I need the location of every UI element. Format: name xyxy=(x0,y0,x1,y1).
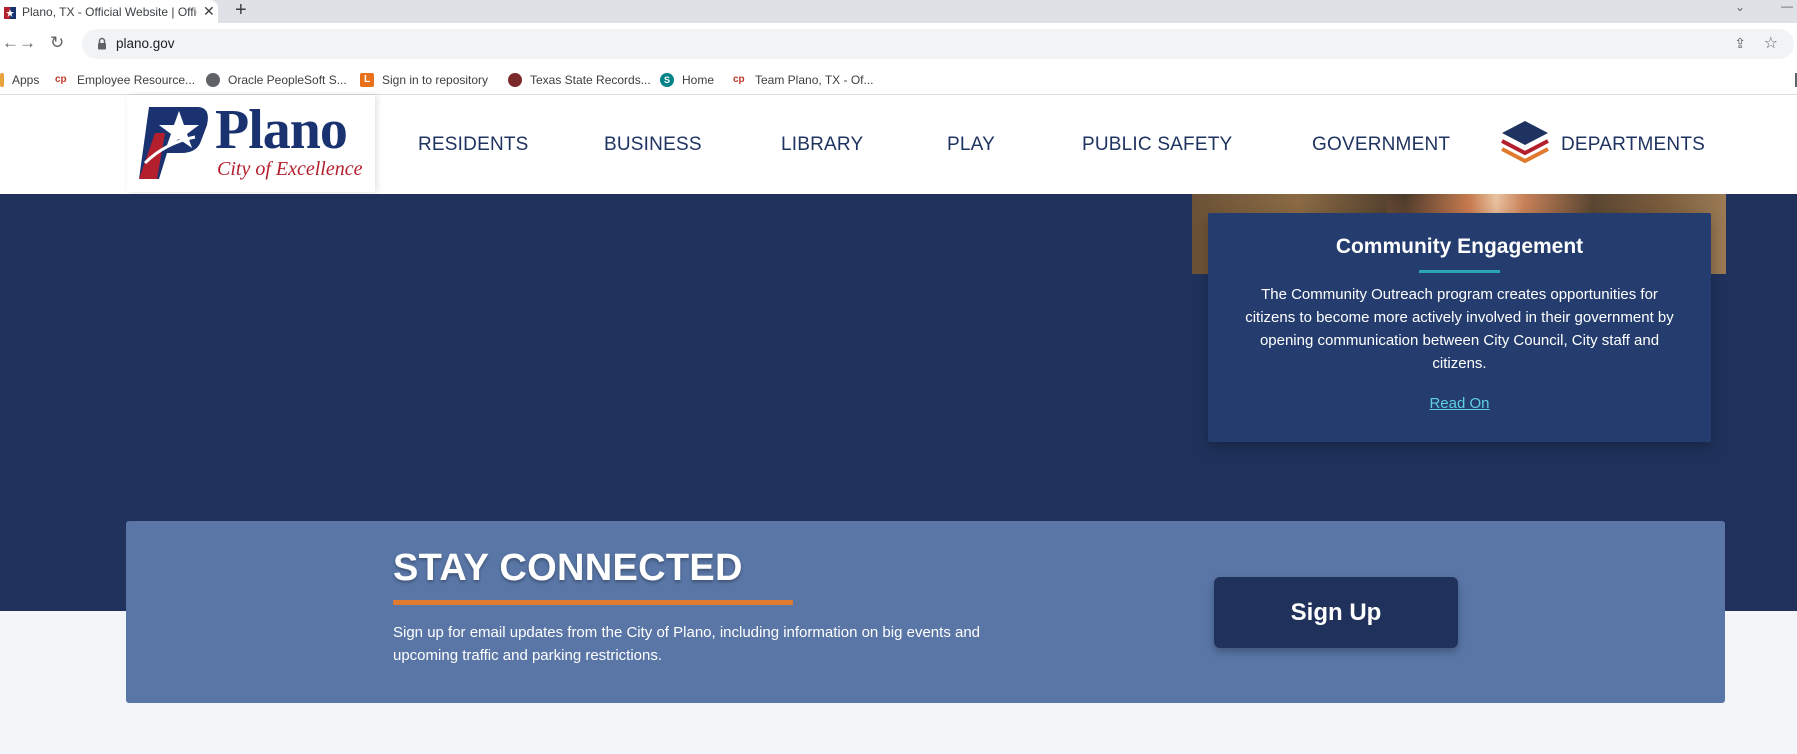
browser-toolbar: ← → ↻ plano.gov ⇪ ☆ xyxy=(0,23,1797,65)
logo-wordmark: Plano xyxy=(215,99,348,161)
forward-arrow-icon[interactable]: → xyxy=(19,33,36,53)
read-on-link[interactable]: Read On xyxy=(1208,395,1711,412)
nav-residents[interactable]: RESIDENTS xyxy=(418,134,529,156)
bookmark-employee-resource[interactable]: cp Employee Resource... xyxy=(55,71,195,89)
bookmark-star-icon[interactable]: ☆ xyxy=(1764,33,1778,53)
nav-government[interactable]: GOVERNMENT xyxy=(1312,134,1450,156)
card-body: The Community Outreach program creates o… xyxy=(1245,286,1674,372)
bookmark-apps[interactable]: Apps xyxy=(0,71,39,89)
bookmark-texas-state-records[interactable]: Texas State Records... xyxy=(508,71,651,89)
stay-connected-panel: STAY CONNECTED Sign up for email updates… xyxy=(126,521,1725,703)
bookmark-oracle-peoplesoft[interactable]: Oracle PeopleSoft S... xyxy=(206,71,347,89)
plano-favicon-icon xyxy=(4,6,16,19)
bookmark-team-plano[interactable]: cp Team Plano, TX - Of... xyxy=(733,71,874,89)
back-arrow-icon[interactable]: ← xyxy=(2,33,19,53)
site-header: Plano City of Excellence RESIDENTS BUSIN… xyxy=(0,95,1797,194)
tab-title: Plano, TX - Official Website | Official xyxy=(22,4,197,19)
stay-connected-underline xyxy=(393,600,793,605)
l-badge-icon: L xyxy=(360,73,374,87)
address-bar[interactable]: plano.gov ⇪ ☆ xyxy=(82,29,1794,59)
texas-seal-icon xyxy=(508,73,522,87)
bookmarks-bar: Apps cp Employee Resource... Oracle Peop… xyxy=(0,65,1797,95)
share-icon[interactable]: ⇪ xyxy=(1734,35,1746,52)
card-title-underline xyxy=(1419,270,1500,273)
tab-search-chevron-icon[interactable]: ⌄ xyxy=(1735,0,1745,14)
card-title: Community Engagement xyxy=(1335,235,1584,258)
nav-public-safety[interactable]: PUBLIC SAFETY xyxy=(1082,134,1232,156)
nav-departments[interactable]: DEPARTMENTS xyxy=(1561,134,1705,156)
stay-connected-title: STAY CONNECTED xyxy=(393,547,743,589)
window-minimize-icon[interactable]: — xyxy=(1781,0,1793,12)
stay-connected-description: Sign up for email updates from the City … xyxy=(393,624,981,664)
browser-tab[interactable]: Plano, TX - Official Website | Official … xyxy=(0,0,218,23)
new-tab-button[interactable]: + xyxy=(235,0,247,23)
sign-up-button[interactable]: Sign Up xyxy=(1214,577,1458,648)
tab-close-icon[interactable]: ✕ xyxy=(203,3,215,20)
logo-tagline: City of Excellence xyxy=(217,158,363,180)
cp-logo-icon: cp xyxy=(55,73,69,87)
browser-tabstrip: Plano, TX - Official Website | Official … xyxy=(0,0,1797,23)
sharepoint-icon: S xyxy=(660,73,674,87)
bookmark-sign-in-repository[interactable]: L Sign in to repository xyxy=(360,71,488,89)
community-engagement-card: Community Engagement The Community Outre… xyxy=(1208,213,1711,442)
globe-icon xyxy=(206,73,220,87)
layers-icon xyxy=(1501,121,1549,164)
reload-icon[interactable]: ↻ xyxy=(50,33,64,53)
plano-logo[interactable]: Plano City of Excellence xyxy=(127,95,375,192)
bookmark-home[interactable]: S Home xyxy=(660,71,714,89)
plano-star-icon xyxy=(139,107,208,179)
nav-library[interactable]: LIBRARY xyxy=(781,134,863,156)
cp-logo-icon: cp xyxy=(733,73,747,87)
apps-grid-icon xyxy=(0,73,4,87)
nav-play[interactable]: PLAY xyxy=(947,134,995,156)
lock-icon xyxy=(97,37,107,50)
url-text[interactable]: plano.gov xyxy=(116,36,175,51)
nav-business[interactable]: BUSINESS xyxy=(604,134,702,156)
